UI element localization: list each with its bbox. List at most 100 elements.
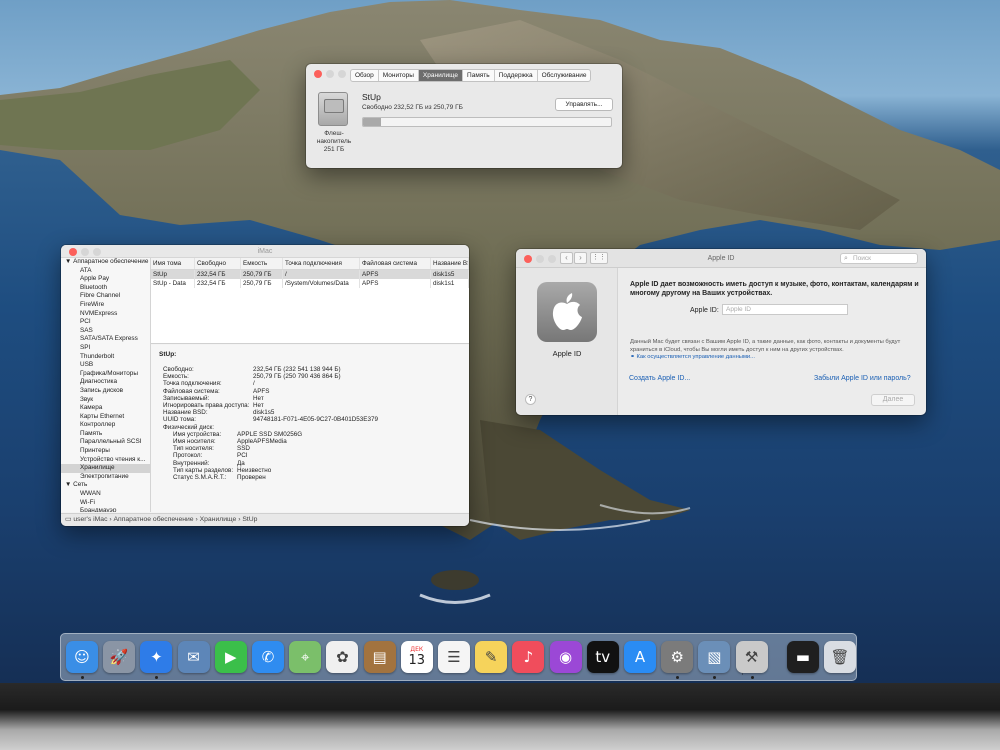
minimize-button[interactable] xyxy=(81,248,89,256)
facetime-icon[interactable]: ▶ xyxy=(214,641,247,673)
table-row[interactable]: StUp - Data 232,54 ГБ 250,79 ГБ /System/… xyxy=(151,279,469,288)
sidebar-item-label: Wi-Fi xyxy=(80,498,95,506)
preview-icon[interactable]: ▧ xyxy=(698,641,731,673)
zoom-button[interactable] xyxy=(338,70,346,78)
close-button[interactable] xyxy=(524,255,532,263)
data-management-link[interactable]: ⚭ Как осуществляется управление данными.… xyxy=(630,354,755,360)
sidebar-item[interactable]: Принтеры xyxy=(61,447,150,456)
create-apple-id-link[interactable]: Создать Apple ID... xyxy=(629,375,690,382)
downloads-folder-icon[interactable]: ▬ xyxy=(786,641,819,673)
apple-id-input[interactable]: Apple ID xyxy=(722,304,848,315)
column-header[interactable]: Название BSD xyxy=(431,258,469,269)
zoom-button[interactable] xyxy=(93,248,101,256)
podcasts-icon[interactable]: ◉ xyxy=(549,641,582,673)
app-store-icon[interactable]: A xyxy=(624,641,656,673)
detail-key: Свободно: xyxy=(163,366,194,373)
sidebar-item[interactable]: Камера xyxy=(61,404,150,413)
sidebar-item[interactable]: USB xyxy=(61,361,150,370)
manage-button[interactable]: Управлять... xyxy=(555,98,613,111)
tab-displays[interactable]: Мониторы xyxy=(379,70,419,81)
safari-icon[interactable]: ✦ xyxy=(140,641,173,673)
sidebar-item[interactable]: Wi-Fi xyxy=(61,499,150,508)
sidebar-item[interactable]: Устройство чтения к... xyxy=(61,456,150,465)
sidebar-item[interactable]: Карты Ethernet xyxy=(61,413,150,422)
notes-icon[interactable]: ✎ xyxy=(475,641,508,673)
sidebar-item[interactable]: SAS xyxy=(61,327,150,336)
detail-row: Имя устройства: APPLE SSD SM0256G xyxy=(159,431,469,438)
sidebar-item[interactable]: Электропитание xyxy=(61,473,150,482)
table-row[interactable]: StUp 232,54 ГБ 250,79 ГБ / APFS disk1s5 xyxy=(151,270,469,279)
sidebar-item[interactable]: SATA/SATA Express xyxy=(61,335,150,344)
sidebar-item[interactable]: Fibre Channel xyxy=(61,292,150,301)
sidebar-item[interactable]: Брандмауэр xyxy=(61,507,150,512)
help-button[interactable]: ? xyxy=(525,394,536,405)
sidebar-item[interactable]: ATA xyxy=(61,267,150,276)
finder-icon[interactable]: ☺ xyxy=(66,641,98,673)
system-information-icon[interactable]: ⚒ xyxy=(735,641,768,673)
tab-overview[interactable]: Обзор xyxy=(351,70,379,81)
disclosure-triangle-icon[interactable]: ▼ xyxy=(65,481,73,488)
sidebar-item[interactable]: SPI xyxy=(61,344,150,353)
show-all-grid-icon[interactable]: ⋮⋮ xyxy=(590,252,608,264)
tab-memory[interactable]: Память xyxy=(463,70,495,81)
column-header[interactable]: Имя тома xyxy=(151,258,195,269)
close-button[interactable] xyxy=(69,248,77,256)
sidebar-item[interactable]: Графика/Мониторы xyxy=(61,370,150,379)
dock-icon-glyph: 🗑 xyxy=(830,648,850,666)
tab-storage[interactable]: Хранилище xyxy=(418,70,464,81)
sidebar-item[interactable]: Запись дисков xyxy=(61,387,150,396)
mail-stamp-icon[interactable]: ✉ xyxy=(177,641,210,673)
sidebar-item[interactable]: Bluetooth xyxy=(61,284,150,293)
dock-icon-glyph: 🚀 xyxy=(109,648,129,666)
music-icon[interactable]: ♪ xyxy=(512,641,545,673)
launchpad-icon[interactable]: 🚀 xyxy=(103,641,136,673)
sidebar-item[interactable]: FireWire xyxy=(61,301,150,310)
reminders-icon[interactable]: ☰ xyxy=(438,641,470,673)
volume-name: StUp xyxy=(362,92,381,102)
column-header[interactable]: Точка подключения xyxy=(283,258,360,269)
sidebar-item[interactable]: Звук xyxy=(61,396,150,405)
minimize-button[interactable] xyxy=(326,70,334,78)
sidebar-item[interactable]: Apple Pay xyxy=(61,275,150,284)
sidebar-item[interactable]: NVMExpress xyxy=(61,310,150,319)
sidebar-item[interactable]: Диагностика xyxy=(61,378,150,387)
sidebar-item[interactable]: Хранилище xyxy=(61,464,150,473)
tab-service[interactable]: Обслуживание xyxy=(538,70,591,81)
forgot-apple-id-link[interactable]: Забыли Apple ID или пароль? xyxy=(814,375,911,382)
sidebar-item[interactable]: Thunderbolt xyxy=(61,353,150,362)
detail-value: Проверен xyxy=(237,474,266,482)
next-button[interactable]: Далее xyxy=(871,394,915,406)
search-field[interactable]: ⌕ Поиск xyxy=(840,253,918,264)
data-management-link-text: Как осуществляется управление данными... xyxy=(636,354,755,360)
forward-button[interactable]: › xyxy=(574,252,587,264)
window-title: iMac xyxy=(61,245,469,258)
sidebar-item[interactable]: PCI xyxy=(61,318,150,327)
calendar-icon[interactable]: ДЕК 13 xyxy=(400,641,433,673)
minimize-button[interactable] xyxy=(536,255,544,263)
system-preferences-icon[interactable]: ⚙ xyxy=(661,641,694,673)
column-header[interactable]: Свободно xyxy=(195,258,241,269)
photos-icon[interactable]: ✿ xyxy=(326,641,359,673)
zoom-button[interactable] xyxy=(548,255,556,263)
messages-icon[interactable]: ✆ xyxy=(252,641,284,673)
notes-book-icon[interactable]: ▤ xyxy=(363,641,396,673)
dock-icon-glyph: ♪ xyxy=(523,648,534,666)
back-button[interactable]: ‹ xyxy=(560,252,573,264)
table-cell: 232,54 ГБ xyxy=(195,279,241,288)
tab-support[interactable]: Поддержка xyxy=(495,70,538,81)
sidebar-item[interactable]: Параллельный SCSI xyxy=(61,438,150,447)
sidebar-group[interactable]: ▼ Сеть xyxy=(61,481,150,490)
column-header[interactable]: Емкость xyxy=(241,258,283,269)
column-header[interactable]: Файловая система xyxy=(360,258,431,269)
sidebar-item[interactable]: Контроллер xyxy=(61,421,150,430)
running-indicator xyxy=(713,676,717,679)
tv-icon[interactable]: tv xyxy=(586,641,619,673)
disclosure-triangle-icon[interactable]: ▼ xyxy=(65,258,73,265)
close-button[interactable] xyxy=(314,70,322,78)
sidebar-group[interactable]: ▼ Аппаратное обеспечение xyxy=(61,258,150,267)
maps-icon[interactable]: ⌖ xyxy=(289,641,322,673)
sidebar-item[interactable]: WWAN xyxy=(61,490,150,499)
sidebar-item-label: Хранилище xyxy=(80,464,115,472)
trash-icon[interactable]: 🗑 xyxy=(824,641,856,673)
apple-id-sidebar: Apple ID ? xyxy=(516,268,618,415)
